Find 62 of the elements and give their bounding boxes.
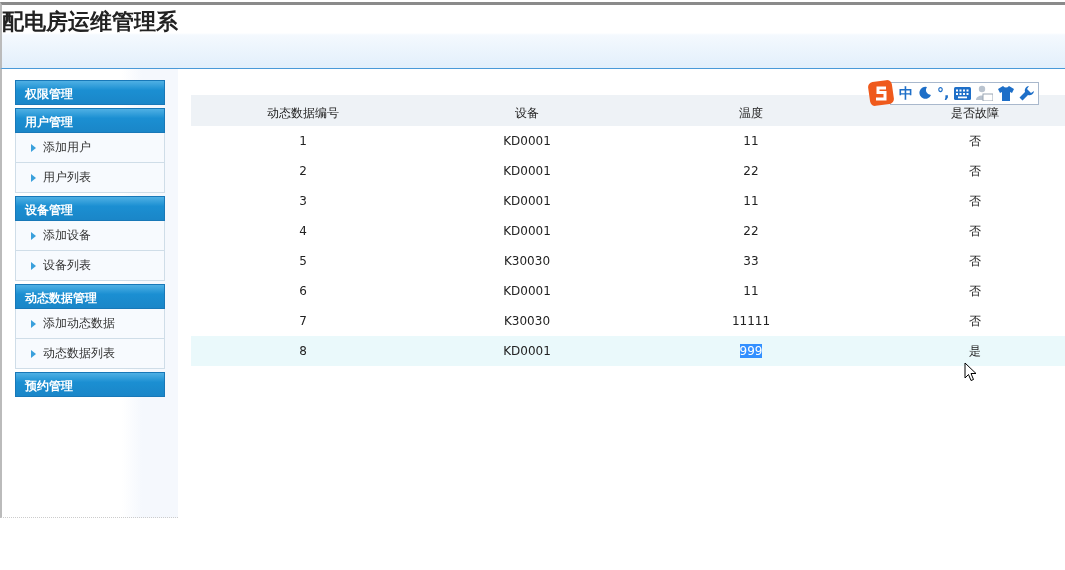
table-cell: KD0001: [503, 284, 551, 298]
table-cell: 11: [743, 134, 759, 148]
table-cell: 6: [299, 284, 307, 298]
table-cell: 否: [969, 193, 981, 208]
sidebar-item[interactable]: 添加设备: [15, 221, 165, 251]
table-cell: 否: [969, 223, 981, 238]
input-mode-toggle[interactable]: 中: [899, 85, 913, 101]
table-cell: KD0001: [503, 164, 551, 178]
table-cell: 否: [969, 133, 981, 148]
table-cell: KD0001: [503, 134, 551, 148]
triangle-icon: [31, 173, 36, 182]
triangle-icon: [31, 231, 36, 240]
sidebar-item[interactable]: 添加用户: [15, 133, 165, 163]
table-cell: 22: [743, 224, 759, 238]
table-cell: 33: [743, 254, 759, 268]
table-cell: 否: [969, 163, 981, 178]
table-cell: 999: [739, 344, 763, 358]
mouse-cursor-icon: [964, 362, 977, 382]
menu-group-header[interactable]: 动态数据管理: [15, 284, 165, 309]
column-header: 设备: [515, 105, 539, 120]
table-cell: 4: [299, 224, 307, 238]
table-cell: 22: [743, 164, 759, 178]
sidebar-item[interactable]: 动态数据列表: [15, 339, 165, 369]
triangle-icon: [31, 319, 36, 328]
menu-group-header[interactable]: 权限管理: [15, 80, 165, 105]
triangle-icon: [31, 261, 36, 270]
table-cell: 5: [299, 254, 307, 268]
table-cell: KD0001: [503, 344, 551, 358]
column-header: 温度: [739, 105, 763, 120]
moon-icon[interactable]: [918, 86, 932, 100]
table-cell: 11111: [731, 314, 771, 328]
table-cell: 否: [969, 313, 981, 328]
table-cell: 11: [743, 194, 759, 208]
table-cell: KD0001: [503, 224, 551, 238]
triangle-icon: [31, 349, 36, 358]
table-cell: 否: [969, 283, 981, 298]
sidebar-item[interactable]: 设备列表: [15, 251, 165, 281]
menu-group-header[interactable]: 用户管理: [15, 108, 165, 133]
table-cell: 8: [299, 344, 307, 358]
shirt-icon[interactable]: [998, 85, 1015, 101]
table-cell: 是: [969, 343, 981, 358]
table-cell: KD0001: [503, 194, 551, 208]
column-header: 动态数据编号: [267, 105, 339, 120]
table-cell: 7: [299, 314, 307, 328]
menu-group-header[interactable]: 预约管理: [15, 372, 165, 397]
table-cell: 否: [969, 253, 981, 268]
triangle-icon: [31, 143, 36, 152]
table-cell: 3: [299, 194, 307, 208]
s-logo-icon[interactable]: [868, 80, 894, 106]
table-cell: K30030: [503, 314, 550, 328]
menu-group-header[interactable]: 设备管理: [15, 196, 165, 221]
punctuation-toggle[interactable]: °,: [937, 85, 950, 101]
keyboard-icon[interactable]: [954, 86, 972, 100]
sidebar-item[interactable]: 添加动态数据: [15, 309, 165, 339]
wrench-icon[interactable]: [1019, 85, 1035, 101]
table-cell: 11: [743, 284, 759, 298]
table-cell: K30030: [503, 254, 550, 268]
sidebar-item[interactable]: 用户列表: [15, 163, 165, 193]
column-header: 是否故障: [951, 105, 999, 120]
table-cell: 2: [299, 164, 307, 178]
page-title: 配电房运维管理系: [2, 8, 178, 36]
table-cell: 1: [299, 134, 307, 148]
